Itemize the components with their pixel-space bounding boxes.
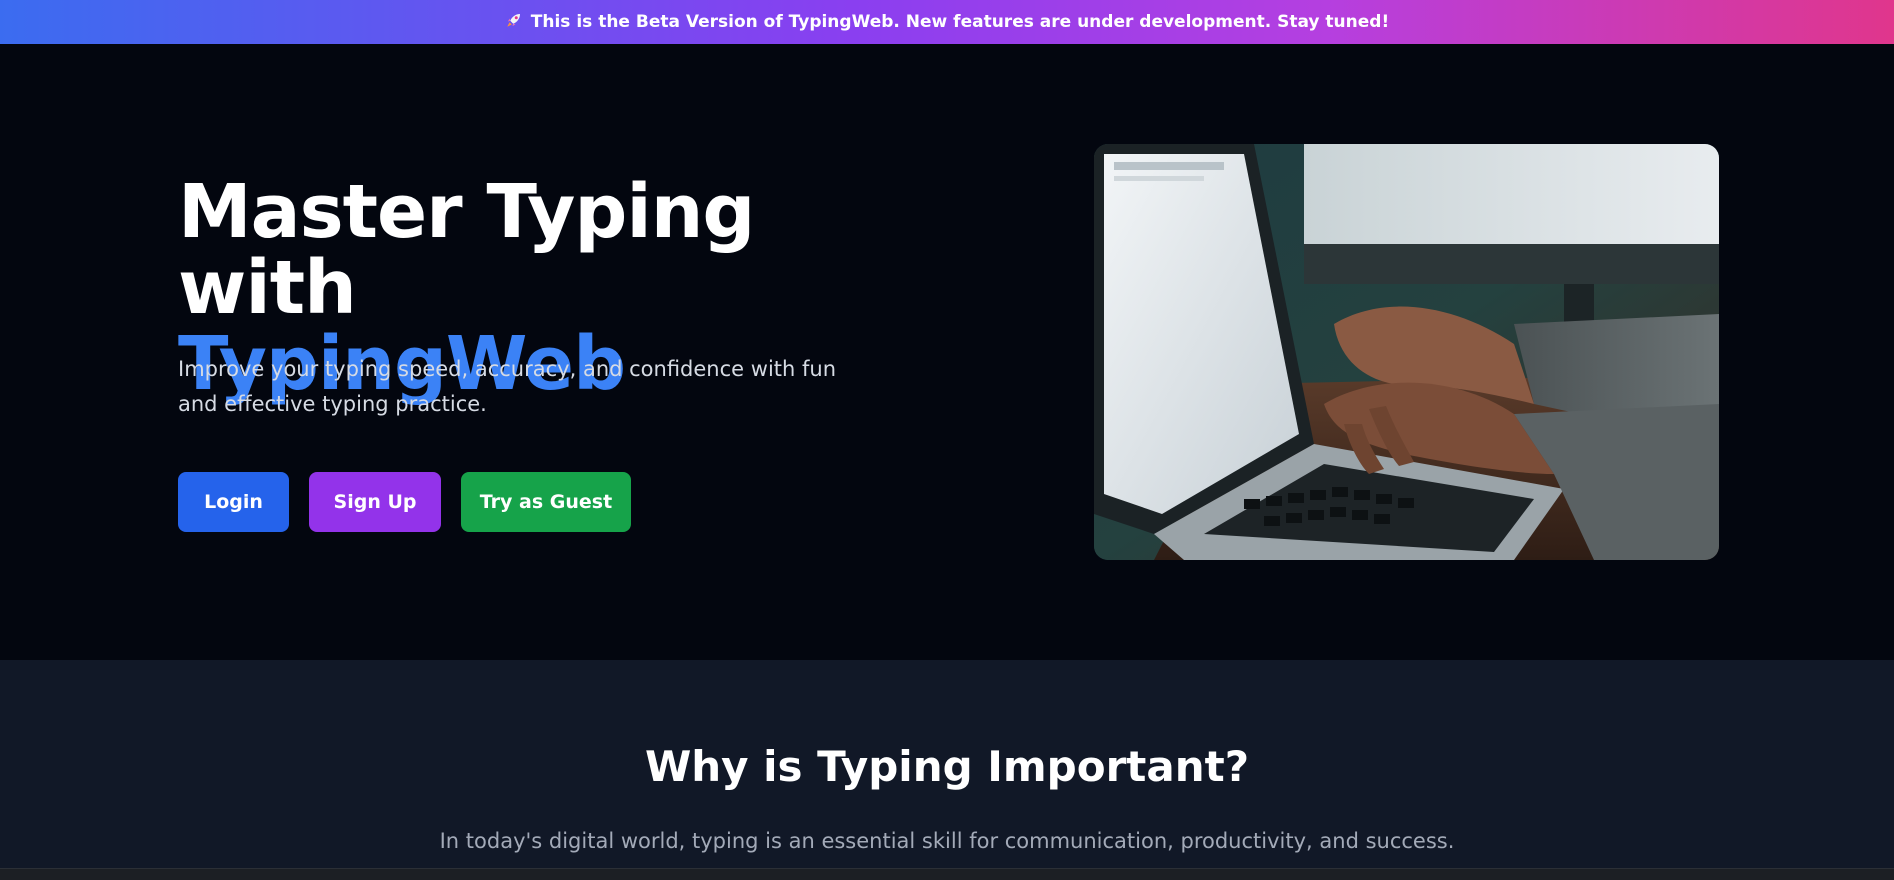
- beta-banner-text: This is the Beta Version of TypingWeb. N…: [530, 12, 1390, 32]
- hero-laptop-image: [1094, 144, 1719, 560]
- hero-section: Master Typing with TypingWeb Improve you…: [0, 44, 1894, 660]
- taskbar: [0, 868, 1894, 880]
- laptop-typing-illustration: [1094, 144, 1719, 560]
- beta-banner: This is the Beta Version of TypingWeb. N…: [0, 0, 1894, 44]
- why-typing-text: In today's digital world, typing is an e…: [439, 829, 1455, 853]
- hero-subtitle: Improve your typing speed, accuracy, and…: [178, 357, 837, 416]
- signup-button[interactable]: Sign Up: [309, 472, 441, 532]
- login-button[interactable]: Login: [178, 472, 289, 532]
- hero-title-line: Master Typing with: [178, 169, 755, 331]
- try-as-guest-button[interactable]: Try as Guest: [461, 472, 631, 532]
- rocket-icon: [505, 11, 523, 33]
- why-typing-title: Why is Typing Important?: [644, 742, 1250, 791]
- why-typing-section: Why is Typing Important? In today's digi…: [0, 660, 1894, 868]
